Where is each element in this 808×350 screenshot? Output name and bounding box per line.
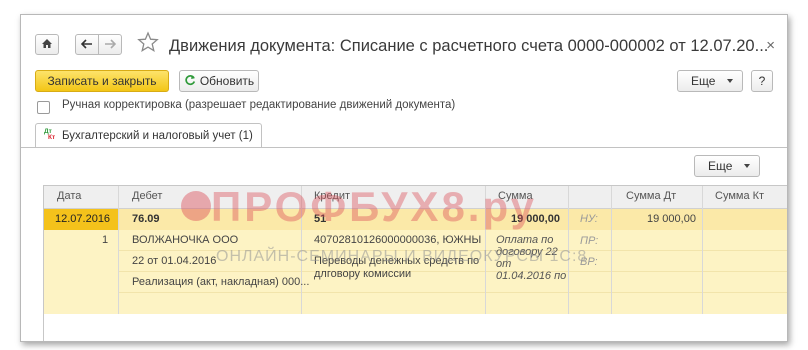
row-credit-subconto-3: длговору комиссии	[314, 268, 412, 280]
forward-button[interactable]	[98, 34, 122, 55]
help-button[interactable]: ?	[751, 70, 773, 92]
row-debit-subconto-3: Реализация (акт, накладная) 000...	[132, 276, 310, 288]
document-movements-window: Движения документа: Списание с расчетног…	[20, 14, 788, 342]
row-amount-dt: 19 000,00	[647, 213, 696, 225]
row-separator	[118, 292, 787, 293]
tab-divider	[21, 147, 787, 148]
row-date: 12.07.2016	[55, 213, 111, 225]
favorite-star-icon[interactable]	[137, 31, 159, 58]
row-debit-subconto-2: 22 от 01.04.2016	[132, 255, 217, 267]
window-title: Движения документа: Списание с расчетног…	[169, 37, 769, 55]
row-nu-label: НУ:	[580, 213, 598, 225]
back-button[interactable]	[75, 34, 99, 55]
more-actions-button[interactable]: Еще	[677, 70, 743, 92]
row-debit-subconto-1: ВОЛЖАНОЧКА ООО	[132, 234, 239, 246]
row-debit-account: 76.09	[132, 213, 160, 225]
row-amount-desc-1: Оплата по	[496, 234, 554, 246]
home-button[interactable]	[35, 34, 59, 55]
manual-correction-checkbox[interactable]	[37, 101, 50, 114]
column-header-date[interactable]: Дата	[57, 190, 81, 202]
row-separator	[118, 271, 787, 272]
row-amount-desc-4: 01.04.2016 по	[496, 270, 567, 282]
column-header-amount-dt[interactable]: Сумма Дт	[626, 190, 676, 202]
column-header-amount-kt[interactable]: Сумма Кт	[715, 190, 764, 202]
tab-label: Бухгалтерский и налоговый учет (1)	[62, 129, 253, 142]
watermark-logo	[181, 191, 211, 221]
manual-correction-label: Ручная корректировка (разрешает редактир…	[62, 99, 456, 111]
dt-kt-icon: Дт Кт	[44, 128, 56, 141]
more-label: Еще	[691, 74, 716, 88]
refresh-icon	[184, 74, 196, 89]
home-icon	[41, 38, 53, 52]
refresh-label: Обновить	[199, 74, 255, 88]
watermark-brand: ПРОФБУХ8.ру	[211, 183, 537, 230]
save-and-close-button[interactable]: Записать и закрыть	[35, 70, 169, 92]
dropdown-arrow-icon	[744, 164, 750, 168]
row-credit-subconto-1: 40702810126000000036, ЮЖНЫ	[314, 234, 482, 246]
watermark-tagline: ОНЛАЙН-СЕМИНАРЫ И ВИДЕОКУРСЫ 1С:8	[216, 248, 588, 265]
arrow-right-icon	[104, 38, 117, 52]
tab-accounting-tax[interactable]: Дт Кт Бухгалтерский и налоговый учет (1)	[35, 123, 262, 147]
table-more-button[interactable]: Еще	[694, 155, 760, 177]
arrow-left-icon	[80, 38, 93, 52]
row-number: 1	[102, 234, 109, 246]
close-icon[interactable]: ×	[766, 37, 775, 54]
save-and-close-label: Записать и закрыть	[47, 74, 157, 88]
column-header-debit[interactable]: Дебет	[132, 190, 162, 202]
dropdown-arrow-icon	[727, 79, 733, 83]
table-more-label: Еще	[708, 159, 733, 173]
help-label: ?	[758, 74, 766, 88]
row-pr-label: ПР:	[580, 235, 599, 247]
column-divider	[118, 186, 119, 314]
column-divider	[702, 186, 703, 314]
column-divider	[611, 186, 612, 314]
refresh-button[interactable]: Обновить	[179, 70, 259, 92]
